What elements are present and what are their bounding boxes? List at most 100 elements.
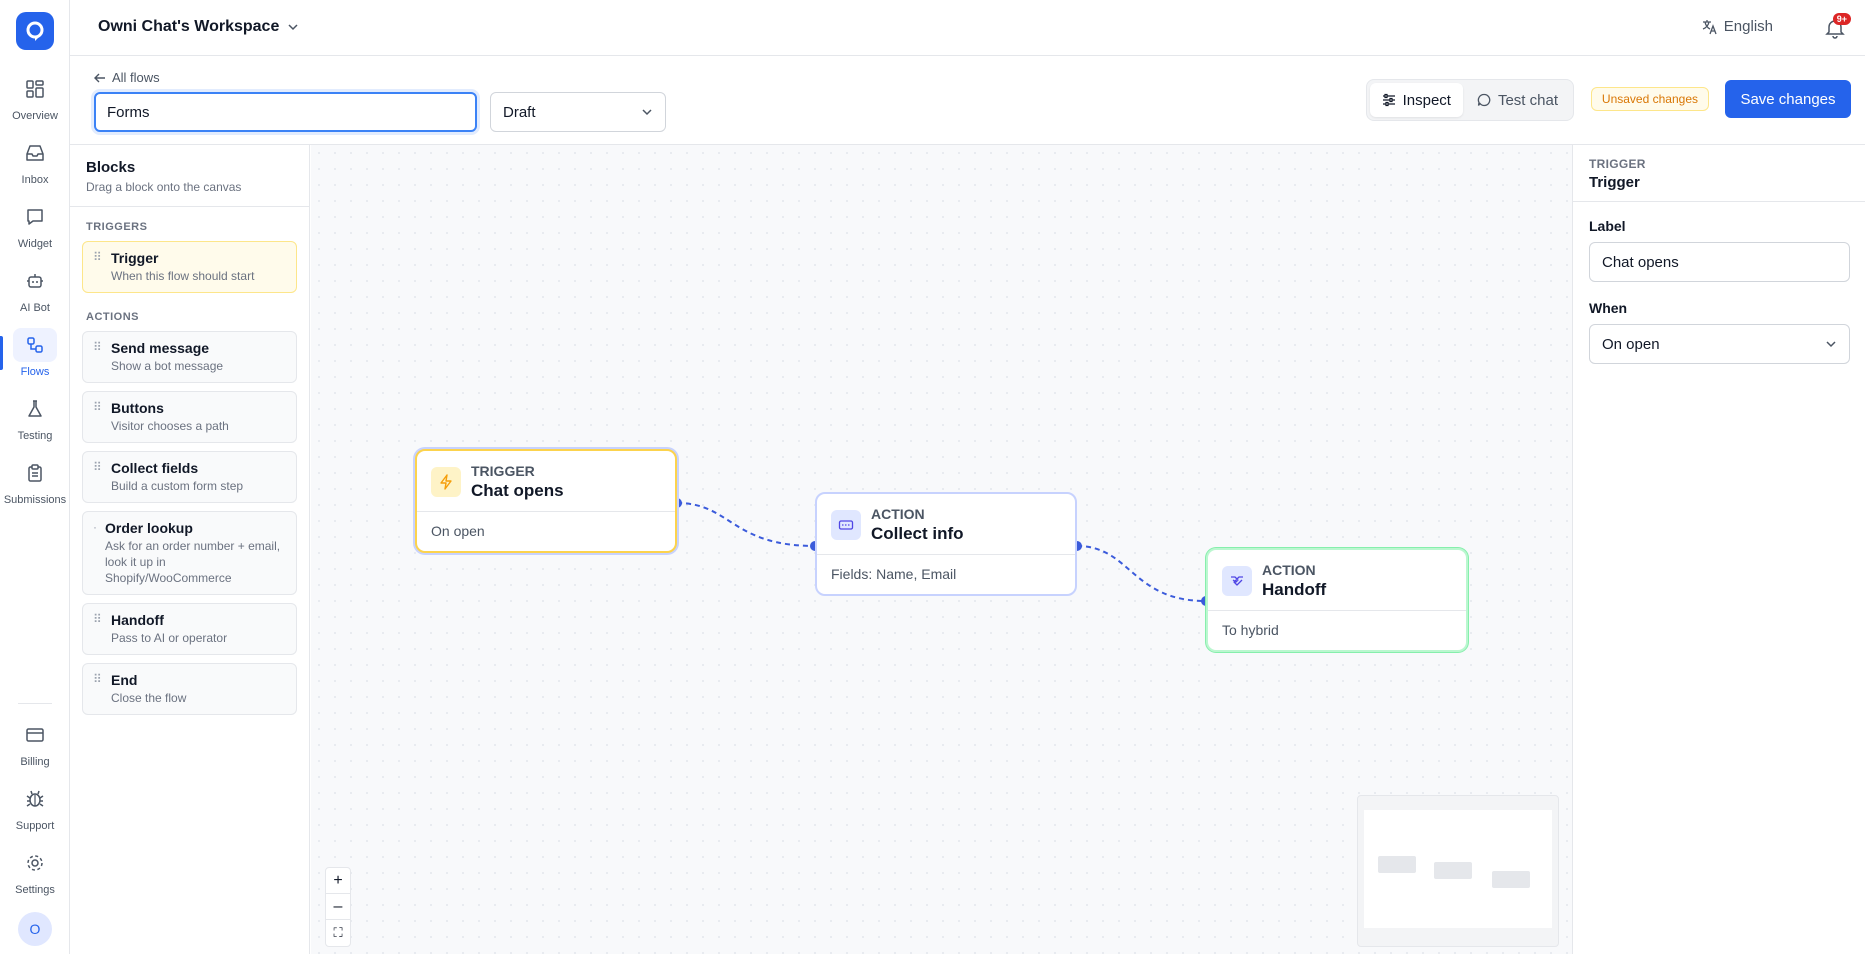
nav-divider xyxy=(18,703,52,704)
block-desc: Visitor chooses a path xyxy=(111,419,229,433)
drag-handle-icon[interactable]: · xyxy=(93,520,97,586)
block-desc: Close the flow xyxy=(111,691,187,705)
fit-view-button[interactable]: ⛶ xyxy=(326,920,350,946)
nav-label: Settings xyxy=(15,884,55,896)
inspect-label: Inspect xyxy=(1402,91,1451,109)
block-desc: When this flow should start xyxy=(111,269,255,283)
back-label: All flows xyxy=(112,70,160,85)
minimap-viewport xyxy=(1364,810,1552,928)
nav-item-support[interactable]: Support xyxy=(0,782,70,842)
flow-canvas[interactable]: TRIGGER Chat opens On open ACTION Collect … xyxy=(311,145,1572,954)
drag-handle-icon[interactable]: ⠿ xyxy=(93,340,103,374)
nav-item-flows[interactable]: Flows xyxy=(0,328,70,388)
block-send-message[interactable]: ⠿ Send message Show a bot message xyxy=(82,331,297,383)
language-switcher[interactable]: English xyxy=(1702,18,1773,35)
clipboard-icon xyxy=(28,464,42,482)
chevron-down-icon xyxy=(288,24,298,31)
actions-section-label: ACTIONS xyxy=(86,311,139,323)
inspect-tab[interactable]: Inspect xyxy=(1369,83,1463,117)
nav-label: Widget xyxy=(17,238,53,250)
unsaved-changes-badge: Unsaved changes xyxy=(1590,87,1709,111)
node-action-collect-info[interactable]: ACTION Collect info Fields: Name, Email xyxy=(815,492,1077,596)
node-action-handoff[interactable]: ACTION Handoff To hybrid xyxy=(1206,548,1468,652)
notification-badge: 9+ xyxy=(1832,13,1851,25)
drag-handle-icon[interactable]: ⠿ xyxy=(93,460,103,494)
zoom-controls: + – ⛶ xyxy=(325,867,351,947)
nav-label: Testing xyxy=(17,430,53,442)
drag-handle-icon[interactable]: ⠿ xyxy=(93,250,103,284)
drag-handle-icon[interactable]: ⠿ xyxy=(93,400,103,434)
block-handoff[interactable]: ⠿ Handoff Pass to AI or operator xyxy=(82,603,297,655)
nav-item-settings[interactable]: Settings xyxy=(0,846,70,906)
node-body: To hybrid xyxy=(1222,622,1279,638)
translate-icon xyxy=(1702,19,1717,34)
label-field-label: Label xyxy=(1589,218,1626,234)
block-title: Order lookup xyxy=(105,520,193,536)
test-chat-label: Test chat xyxy=(1497,91,1558,109)
minimap-node xyxy=(1378,856,1416,873)
nav-label: Overview xyxy=(12,110,58,122)
zoom-in-button[interactable]: + xyxy=(326,868,350,894)
credit-card-icon xyxy=(26,728,44,742)
lightning-icon xyxy=(431,467,461,497)
workspace-switcher[interactable]: Owni Chat's Workspace xyxy=(98,18,299,36)
block-desc: Pass to AI or operator xyxy=(111,631,228,645)
blocks-title: Blocks xyxy=(86,159,136,176)
node-title: Chat opens xyxy=(471,481,564,500)
when-field-label: When xyxy=(1589,300,1628,316)
bug-icon xyxy=(26,790,44,807)
block-trigger[interactable]: ⠿ Trigger When this flow should start xyxy=(82,241,297,293)
nav-label: Support xyxy=(15,820,55,832)
when-select[interactable]: On open xyxy=(1589,324,1850,364)
label-input[interactable]: Chat opens xyxy=(1589,242,1850,282)
gear-icon xyxy=(27,855,43,871)
drag-handle-icon[interactable]: ⠿ xyxy=(93,612,103,646)
nav-rail: Overview Inbox Widget AI Bot Flows Testi… xyxy=(0,0,70,954)
block-collect-fields[interactable]: ⠿ Collect fields Build a custom form step xyxy=(82,451,297,503)
nav-item-overview[interactable]: Overview xyxy=(0,72,70,132)
triggers-section-label: TRIGGERS xyxy=(86,221,148,233)
nav-label: Flows xyxy=(20,366,50,378)
message-circle-icon xyxy=(1477,93,1491,107)
nav-label: Inbox xyxy=(21,174,49,186)
nav-item-submissions[interactable]: Submissions xyxy=(0,456,70,516)
zoom-out-button[interactable]: – xyxy=(326,894,350,920)
form-icon xyxy=(831,510,861,540)
app-logo[interactable] xyxy=(16,12,54,50)
nav-item-widget[interactable]: Widget xyxy=(0,200,70,260)
workspace-name: Owni Chat's Workspace xyxy=(98,18,280,35)
view-toggle: Inspect Test chat xyxy=(1365,79,1574,121)
flow-name-input[interactable] xyxy=(94,92,477,132)
sliders-icon xyxy=(1382,93,1395,107)
node-kind: TRIGGER xyxy=(471,463,535,479)
bot-icon xyxy=(27,274,43,288)
block-desc: Show a bot message xyxy=(111,359,224,373)
label-value: Chat opens xyxy=(1602,253,1679,271)
test-chat-tab[interactable]: Test chat xyxy=(1465,83,1570,117)
block-buttons[interactable]: ⠿ Buttons Visitor chooses a path xyxy=(82,391,297,443)
connection-edge xyxy=(676,502,816,547)
when-value: On open xyxy=(1602,335,1660,353)
minimap[interactable] xyxy=(1357,795,1559,947)
nav-label: AI Bot xyxy=(20,302,50,314)
drag-handle-icon[interactable]: ⠿ xyxy=(93,672,103,706)
node-trigger-chat-opens[interactable]: TRIGGER Chat opens On open xyxy=(415,449,677,553)
avatar[interactable]: O xyxy=(18,912,52,946)
block-end[interactable]: ⠿ End Close the flow xyxy=(82,663,297,715)
status-value: Draft xyxy=(503,103,536,121)
nav-item-testing[interactable]: Testing xyxy=(0,392,70,452)
inspector-header: TRIGGER Trigger xyxy=(1573,145,1865,202)
nav-item-billing[interactable]: Billing xyxy=(0,718,70,778)
flow-status-select[interactable]: Draft xyxy=(490,92,666,132)
block-order-lookup[interactable]: · Order lookup Ask for an order number + … xyxy=(82,511,297,595)
nav-item-ai-bot[interactable]: AI Bot xyxy=(0,264,70,324)
block-title: Buttons xyxy=(111,400,164,416)
all-flows-link[interactable]: All flows xyxy=(94,70,160,85)
arrow-left-icon xyxy=(94,73,105,82)
minimap-node xyxy=(1434,862,1472,879)
language-label: English xyxy=(1723,18,1773,35)
blocks-subtitle: Drag a block onto the canvas xyxy=(86,180,242,194)
nav-item-inbox[interactable]: Inbox xyxy=(0,136,70,196)
save-changes-button[interactable]: Save changes xyxy=(1725,80,1851,118)
overview-icon xyxy=(26,80,44,98)
